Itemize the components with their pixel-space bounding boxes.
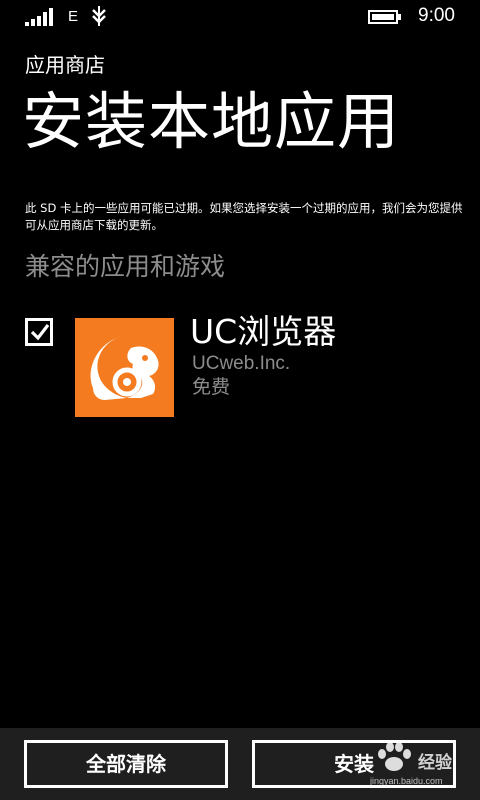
app-bar: 全部清除 安装 [0,728,480,800]
data-connection-icon [92,6,106,26]
app-checkbox[interactable] [25,318,53,346]
page-title: 安装本地应用 [22,85,401,158]
status-bar: E 9:00 [0,0,480,34]
battery-icon [368,10,401,24]
signal-icon [25,8,53,26]
app-name[interactable]: UC浏览器 [190,310,336,354]
network-type: E [68,8,79,25]
uc-squirrel-icon[interactable] [75,318,174,417]
clear-all-button[interactable]: 全部清除 [24,740,228,788]
uc-logo-graphic [90,336,159,400]
clock: 9:00 [418,5,455,26]
update-notice: 此 SD 卡上的一些应用可能已过期。如果您选择安装一个过期的应用，我们会为您提供… [25,201,463,232]
section-header: 兼容的应用和游戏 [25,252,226,281]
app-title: 应用商店 [25,53,105,77]
checkmark-icon [30,324,50,341]
app-price: 免费 [192,376,231,398]
install-button[interactable]: 安装 [252,740,456,788]
app-publisher: UCweb.Inc. [192,353,291,374]
